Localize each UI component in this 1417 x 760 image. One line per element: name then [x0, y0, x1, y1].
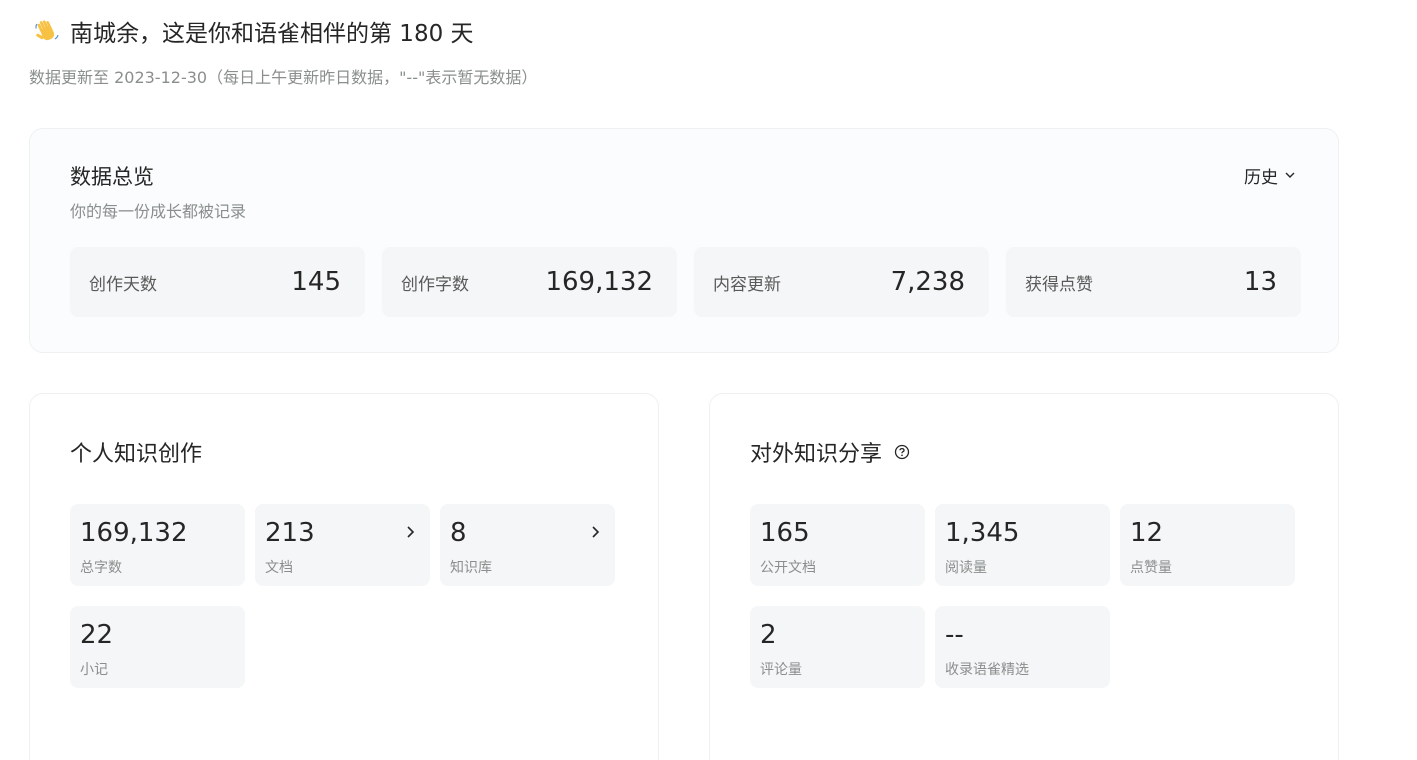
tile-knowledge-bases[interactable]: 8 知识库 — [440, 504, 615, 586]
stats-page: 南城余，这是你和语雀相伴的第 180 天 数据更新至 2023-12-30（每日… — [0, 0, 1417, 760]
tile-label: 收录语雀精选 — [945, 662, 1029, 678]
chevron-down-icon — [1284, 166, 1296, 186]
panel-title-text: 对外知识分享 — [750, 442, 883, 467]
panel-title-text: 个人知识创作 — [70, 442, 203, 467]
external-sharing-title: 对外知识分享 — [750, 436, 910, 468]
personal-creation-title: 个人知识创作 — [70, 436, 202, 468]
external-sharing-card: 对外知识分享 165 公开文档 1,345 阅读量 12 点赞量 2 评论量 -… — [709, 393, 1339, 760]
stat-value: 7,238 — [890, 267, 965, 297]
history-dropdown[interactable]: 历史 — [1244, 163, 1296, 188]
stat-value: 169,132 — [545, 267, 653, 297]
stat-creation-days: 创作天数 145 — [70, 247, 365, 317]
tile-likes: 12 点赞量 — [1120, 504, 1295, 586]
overview-subtitle: 你的每一份成长都被记录 — [70, 202, 247, 221]
tile-value: 22 — [80, 620, 114, 650]
tile-comments: 2 评论量 — [750, 606, 925, 688]
tile-label: 评论量 — [760, 662, 802, 678]
waving-hand-icon — [32, 16, 62, 46]
tile-value: 213 — [265, 518, 315, 548]
stat-word-count: 创作字数 169,132 — [382, 247, 677, 317]
greeting-text: 南城余，这是你和语雀相伴的第 180 天 — [70, 21, 474, 47]
tile-label: 知识库 — [450, 560, 492, 576]
stat-label: 内容更新 — [713, 274, 781, 295]
tile-reads: 1,345 阅读量 — [935, 504, 1110, 586]
data-update-note: 数据更新至 2023-12-30（每日上午更新昨日数据，"--"表示暂无数据） — [29, 68, 538, 87]
tile-label: 阅读量 — [945, 560, 987, 576]
tile-label: 文档 — [265, 560, 293, 576]
history-label: 历史 — [1244, 168, 1278, 188]
overview-stats: 创作天数 145 创作字数 169,132 内容更新 7,238 获得点赞 13 — [70, 247, 1301, 317]
stat-label: 创作字数 — [401, 274, 469, 295]
stat-label: 获得点赞 — [1025, 274, 1093, 295]
stat-value: 145 — [291, 267, 341, 297]
stat-value: 13 — [1243, 267, 1277, 297]
tile-value: 169,132 — [80, 518, 188, 548]
overview-title: 数据总览 — [70, 165, 154, 189]
chevron-right-icon — [589, 524, 601, 543]
tile-featured: -- 收录语雀精选 — [935, 606, 1110, 688]
overview-card: 数据总览 你的每一份成长都被记录 历史 创作天数 145 创作字数 169,13… — [29, 128, 1339, 353]
chevron-right-icon — [404, 524, 416, 543]
tile-public-docs: 165 公开文档 — [750, 504, 925, 586]
tile-total-words: 169,132 总字数 — [70, 504, 245, 586]
tile-label: 点赞量 — [1130, 560, 1172, 576]
stat-likes-received: 获得点赞 13 — [1006, 247, 1301, 317]
tile-value: 12 — [1130, 518, 1164, 548]
tile-value: 8 — [450, 518, 467, 548]
tile-value: -- — [945, 620, 964, 650]
stat-content-updates: 内容更新 7,238 — [694, 247, 989, 317]
tile-notes: 22 小记 — [70, 606, 245, 688]
stat-label: 创作天数 — [89, 274, 157, 295]
tile-documents[interactable]: 213 文档 — [255, 504, 430, 586]
tile-value: 1,345 — [945, 518, 1020, 548]
tile-label: 小记 — [80, 662, 108, 678]
tile-value: 165 — [760, 518, 810, 548]
greeting: 南城余，这是你和语雀相伴的第 180 天 — [32, 16, 474, 47]
tile-value: 2 — [760, 620, 777, 650]
help-icon[interactable] — [894, 444, 910, 460]
personal-creation-card: 个人知识创作 169,132 总字数 213 文档 8 知识库 22 小记 — [29, 393, 659, 760]
tile-label: 总字数 — [80, 560, 122, 576]
tile-label: 公开文档 — [760, 560, 816, 576]
